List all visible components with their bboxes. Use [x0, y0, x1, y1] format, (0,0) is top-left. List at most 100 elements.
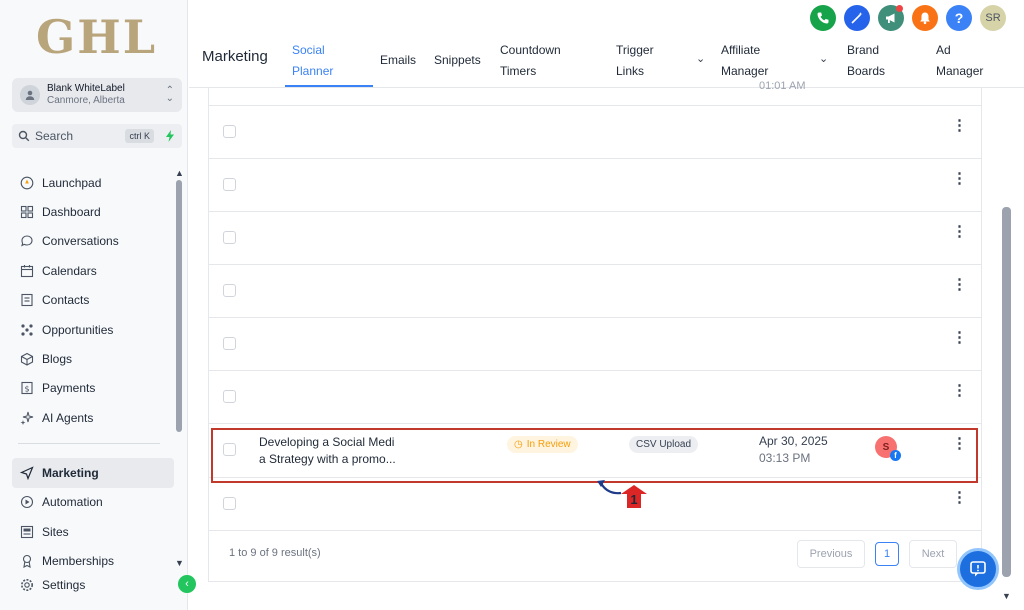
page-number-button[interactable]: 1 — [875, 542, 899, 566]
post-time: 01:01 AM — [759, 80, 806, 92]
search-input[interactable]: Search ctrl K — [12, 124, 182, 148]
table-row[interactable]: ⋮ — [209, 371, 981, 424]
next-page-button[interactable]: Next — [909, 540, 957, 568]
sites-icon — [20, 525, 34, 538]
account-switcher[interactable]: Blank WhiteLabel Canmore, Alberta ⌃ ⌄ — [12, 78, 182, 112]
sidebar-item-dashboard[interactable]: Dashboard — [12, 197, 177, 226]
account-avatar — [20, 85, 40, 105]
row-checkbox[interactable] — [223, 178, 236, 191]
tab-emails[interactable]: Emails — [373, 38, 427, 80]
magic-wand-button[interactable] — [844, 5, 870, 31]
more-options-icon[interactable]: ⋮ — [952, 490, 967, 505]
sidebar-item-ai-agents[interactable]: AI Agents — [12, 403, 177, 432]
search-shortcut: ctrl K — [125, 129, 154, 143]
chat-icon — [21, 235, 33, 248]
table-row[interactable]: ⋮ — [209, 159, 981, 212]
row-checkbox[interactable] — [223, 337, 236, 350]
top-header: ? SR Marketing Social Planner Emails Snip… — [189, 0, 1024, 88]
svg-text:$: $ — [24, 385, 29, 394]
row-checkbox[interactable] — [223, 125, 236, 138]
payments-icon: $ — [21, 382, 33, 395]
gear-icon — [21, 579, 33, 591]
scroll-down-icon[interactable]: ▼ — [1002, 591, 1011, 601]
calendar-icon — [20, 264, 34, 277]
tab-snippets[interactable]: Snippets — [427, 38, 493, 80]
send-icon — [20, 466, 34, 480]
sidebar-nav: Launchpad Dashboard Conversations Calend… — [12, 168, 177, 433]
rocket-icon — [20, 176, 34, 190]
row-checkbox[interactable] — [223, 284, 236, 297]
sidebar-item-calendars[interactable]: Calendars — [12, 256, 177, 285]
sidebar-divider — [18, 443, 160, 444]
user-avatar[interactable]: SR — [980, 5, 1006, 31]
table-row[interactable]: ⋮ — [209, 212, 981, 265]
step-marker: 1 — [621, 485, 647, 508]
tab-trigger-links[interactable]: Trigger Links ⌄ — [609, 38, 714, 86]
automation-icon — [20, 496, 34, 509]
sidebar-item-settings[interactable]: Settings — [12, 576, 174, 594]
sidebar-item-memberships[interactable]: Memberships — [12, 547, 174, 577]
row-checkbox[interactable] — [223, 497, 236, 510]
chat-widget-button[interactable] — [957, 548, 999, 590]
tab-countdown-timers[interactable]: Countdown Timers — [493, 38, 609, 86]
more-options-icon[interactable]: ⋮ — [952, 224, 967, 239]
user-icon — [25, 90, 35, 100]
sidebar-item-launchpad[interactable]: Launchpad — [12, 168, 177, 197]
tab-affiliate-manager[interactable]: Affiliate Manager ⌄ — [714, 38, 840, 86]
chevron-down-icon: ⌄ — [819, 53, 829, 65]
scroll-down-icon[interactable]: ▼ — [175, 558, 184, 568]
notifications-button[interactable] — [912, 5, 938, 31]
announcements-button[interactable] — [878, 5, 904, 31]
sparkle-icon — [20, 411, 34, 425]
main-scrollbar[interactable] — [1002, 207, 1011, 577]
sidebar-item-payments[interactable]: $ Payments — [12, 374, 177, 403]
more-options-icon[interactable]: ⋮ — [952, 383, 967, 398]
help-button[interactable]: ? — [946, 5, 972, 31]
chevron-down-icon: ⌄ — [696, 53, 706, 65]
table-row[interactable]: ⋮ — [209, 106, 981, 159]
chevron-up-down-icon: ⌃ ⌄ — [165, 85, 174, 104]
search-label: Search — [35, 129, 74, 143]
contacts-icon — [21, 294, 33, 307]
chat-bubble-icon — [970, 561, 986, 577]
sidebar-item-conversations[interactable]: Conversations — [12, 227, 177, 256]
more-options-icon[interactable]: ⋮ — [952, 330, 967, 345]
magic-wand-icon — [851, 12, 863, 24]
marketing-tabs: Social Planner Emails Snippets Countdown T… — [285, 38, 999, 87]
sidebar-item-opportunities[interactable]: Opportunities — [12, 315, 177, 344]
help-icon: ? — [954, 10, 964, 26]
table-row[interactable]: ⋮ — [209, 318, 981, 371]
opportunities-icon — [21, 324, 33, 336]
sidebar-item-automation[interactable]: Automation — [12, 488, 174, 518]
collapse-sidebar-button[interactable]: ‹ — [178, 575, 196, 593]
tab-social-planner[interactable]: Social Planner — [285, 38, 373, 87]
table-row[interactable]: ⋮ — [209, 265, 981, 318]
more-options-icon[interactable]: ⋮ — [952, 171, 967, 186]
highlight-annotation-box — [211, 428, 978, 483]
page-title: Marketing — [202, 48, 268, 65]
account-name: Blank WhiteLabel — [47, 83, 125, 94]
chevron-left-icon: ‹ — [185, 578, 189, 590]
sidebar-item-sites[interactable]: Sites — [12, 517, 174, 547]
more-options-icon[interactable]: ⋮ — [952, 277, 967, 292]
bell-icon — [920, 12, 930, 25]
membership-icon — [22, 555, 32, 569]
sidebar-item-contacts[interactable]: Contacts — [12, 286, 177, 315]
megaphone-icon — [886, 13, 895, 23]
phone-button[interactable] — [810, 5, 836, 31]
lightning-icon[interactable] — [164, 130, 176, 142]
tab-ad-manager[interactable]: Ad Manager — [929, 38, 999, 86]
row-checkbox[interactable] — [223, 390, 236, 403]
sidebar-item-blogs[interactable]: Blogs — [12, 344, 177, 373]
table-row[interactable]: 01:01 AM — [209, 80, 981, 106]
search-icon — [18, 130, 30, 142]
posts-table: 01:01 AM ⋮ ⋮ ⋮ ⋮ ⋮ ⋮ Developing a Social… — [208, 80, 982, 582]
row-checkbox[interactable] — [223, 231, 236, 244]
sidebar: GHL Blank WhiteLabel Canmore, Alberta ⌃ ⌄… — [0, 0, 196, 610]
previous-page-button[interactable]: Previous — [797, 540, 865, 568]
more-options-icon[interactable]: ⋮ — [952, 118, 967, 133]
sidebar-item-marketing[interactable]: Marketing — [12, 458, 174, 488]
tab-brand-boards[interactable]: Brand Boards — [840, 38, 929, 86]
dashboard-icon — [20, 206, 34, 219]
notification-dot — [896, 5, 903, 12]
